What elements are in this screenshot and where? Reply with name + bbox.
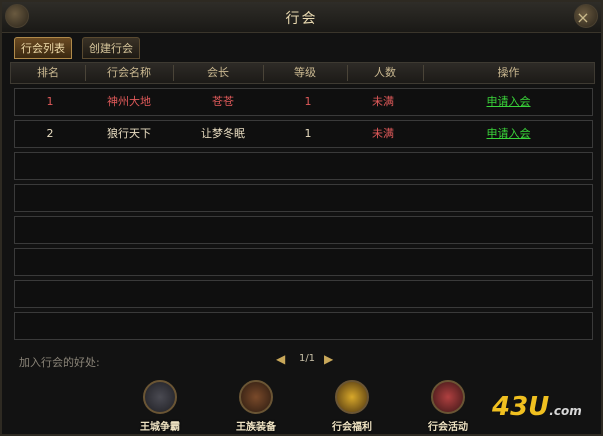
feature-label: 行会福利 <box>332 422 372 433</box>
watermark-brand: 43U <box>492 392 550 422</box>
pager: ◀ 1/1 ▶ <box>276 351 336 367</box>
feature-label: 行会活动 <box>428 422 468 433</box>
header-people: 人数 <box>374 66 396 79</box>
row-leader: 苍苍 <box>212 95 234 108</box>
window-title: 行会 <box>285 11 318 27</box>
row-rank: 1 <box>46 95 54 108</box>
empty-table-row <box>14 152 593 180</box>
table-row[interactable]: 1 神州大地 苍苍 1 未满 申请入会 <box>14 88 593 116</box>
empty-table-row <box>14 312 593 340</box>
tab-guild-list[interactable]: 行会列表 <box>14 37 72 59</box>
row-rank: 2 <box>46 127 54 140</box>
row-people: 未满 <box>372 95 394 108</box>
row-level: 1 <box>304 95 312 108</box>
tab-create-guild[interactable]: 创建行会 <box>82 37 140 59</box>
apply-join-link[interactable]: 申请入会 <box>423 121 594 147</box>
feature-label: 王城争霸 <box>140 422 180 433</box>
watermark-suffix: .com <box>549 404 582 418</box>
watermark-logo: 43U.com <box>492 392 582 422</box>
row-people: 未满 <box>372 127 394 140</box>
page-indicator: 1/1 <box>298 353 316 364</box>
header-rank: 排名 <box>37 66 59 79</box>
empty-table-row <box>14 248 593 276</box>
activity-icon <box>431 380 465 414</box>
empty-table-row <box>14 216 593 244</box>
row-guild-name: 神州大地 <box>107 95 151 108</box>
empty-table-row <box>14 280 593 308</box>
feature-royal-city-battle[interactable]: 王城争霸 <box>132 380 188 436</box>
title-bar: 行会 × <box>2 2 601 33</box>
table-header: 排名 行会名称 会长 等级 人数 操作 <box>10 62 595 84</box>
empty-table-row <box>14 184 593 212</box>
gold-ingot-icon <box>335 380 369 414</box>
header-level: 等级 <box>294 66 316 79</box>
row-guild-name: 狼行天下 <box>107 127 151 140</box>
header-action: 操作 <box>497 66 520 79</box>
close-icon[interactable]: × <box>573 8 593 28</box>
guild-window: 行会 × 行会列表 创建行会 排名 行会名称 会长 等级 人数 操作 1 神州大… <box>0 0 603 436</box>
header-leader: 会长 <box>207 66 229 79</box>
header-guild-name: 行会名称 <box>107 66 151 79</box>
feature-guild-activity[interactable]: 行会活动 <box>420 380 476 436</box>
close-button[interactable]: × <box>574 4 598 28</box>
table-row[interactable]: 2 狼行天下 让梦冬眠 1 未满 申请入会 <box>14 120 593 148</box>
feature-royal-gear[interactable]: 王族装备 <box>228 380 284 436</box>
feature-guild-welfare[interactable]: 行会福利 <box>324 380 380 436</box>
feature-label: 王族装备 <box>236 422 276 433</box>
row-level: 1 <box>304 127 312 140</box>
prev-page-icon[interactable]: ◀ <box>276 351 285 367</box>
row-leader: 让梦冬眠 <box>201 127 245 140</box>
apply-join-link[interactable]: 申请入会 <box>423 89 594 115</box>
crossed-swords-icon <box>143 380 177 414</box>
next-page-icon[interactable]: ▶ <box>324 351 333 367</box>
benefits-label: 加入行会的好处: <box>19 356 100 369</box>
royal-gear-icon <box>239 380 273 414</box>
